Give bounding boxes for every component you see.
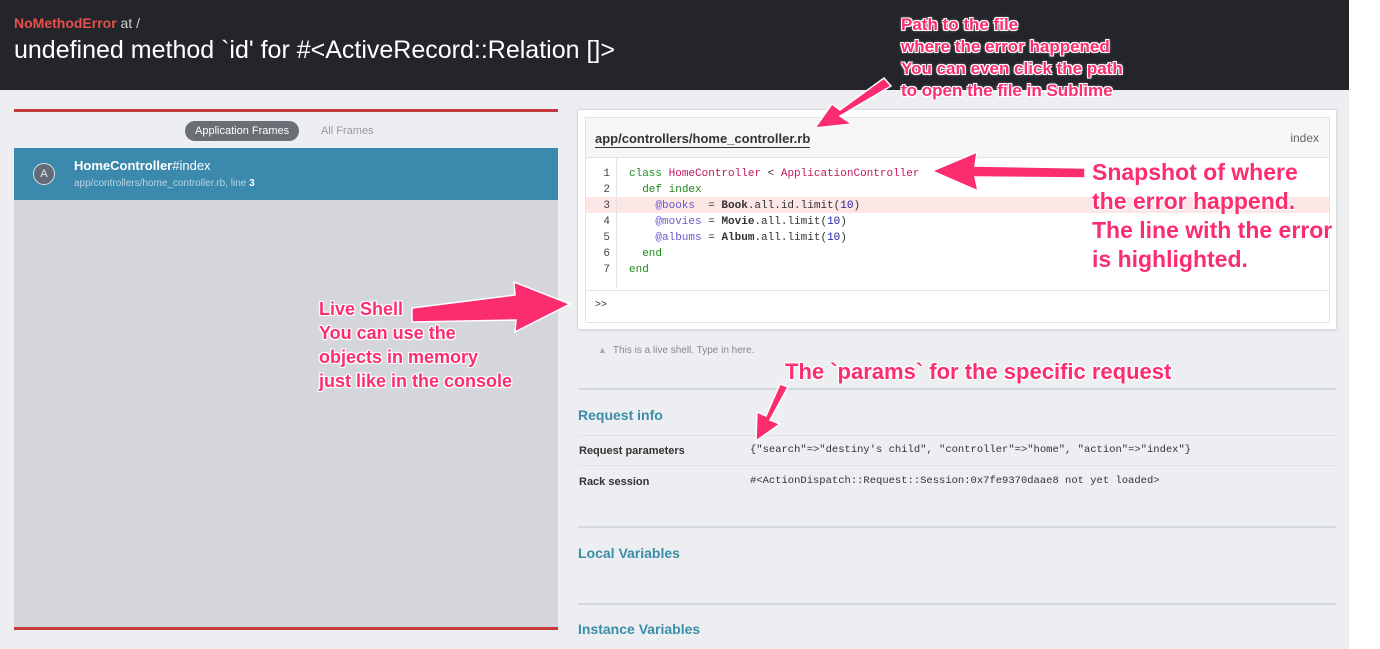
error-location: NoMethodError at / bbox=[14, 15, 140, 31]
annotation-text: objects in memory bbox=[319, 347, 479, 367]
frame-class: HomeController bbox=[74, 158, 173, 173]
tab-application-frames[interactable]: Application Frames bbox=[185, 121, 300, 141]
annotation-text: is highlighted. bbox=[1092, 246, 1248, 272]
frame-method: #index bbox=[172, 158, 211, 173]
instance-variables-title[interactable]: Instance Variables bbox=[578, 621, 700, 637]
code-line: end bbox=[642, 248, 663, 260]
annotation-shell-note: Live Shell You can use the objects in me… bbox=[319, 297, 512, 393]
error-message: undefined method `id' for #<ActiveRecord… bbox=[14, 36, 615, 64]
error-at: at / bbox=[116, 15, 141, 31]
frame-line: 3 bbox=[249, 178, 255, 189]
request-info-title: Request info bbox=[578, 407, 663, 423]
code-line: end bbox=[629, 264, 649, 276]
rack-session-value: #<ActionDispatch::Request::Session:0x7fe… bbox=[750, 475, 1160, 487]
line-number: 6 bbox=[603, 248, 610, 260]
annotation-text: Snapshot of where bbox=[1092, 159, 1298, 185]
code-line: def index bbox=[642, 184, 702, 196]
line-number: 4 bbox=[603, 216, 610, 228]
annotation-text: where the error happened bbox=[901, 37, 1110, 56]
section-divider bbox=[578, 526, 1336, 528]
line-number: 1 bbox=[603, 168, 610, 180]
line-number: 5 bbox=[603, 232, 610, 244]
annotation-text: You can use the bbox=[319, 323, 456, 343]
line-number: 2 bbox=[603, 184, 610, 196]
frame-file: app/controllers/home_controller.rb, line bbox=[74, 178, 250, 189]
live-shell-input[interactable]: >> bbox=[586, 290, 1329, 322]
frame-item-home-controller[interactable]: A HomeController#index app/controllers/h… bbox=[14, 148, 558, 200]
annotation-text: The `params` for the specific request bbox=[785, 359, 1172, 384]
annotation-text: the error happend. bbox=[1092, 188, 1296, 214]
error-class: NoMethodError bbox=[14, 15, 117, 31]
annotation-text: You can even click the path bbox=[901, 59, 1123, 78]
source-header: app/controllers/home_controller.rb index bbox=[586, 118, 1329, 158]
frames-tabs: Application Frames All Frames bbox=[14, 112, 558, 150]
line-number: 7 bbox=[603, 264, 610, 276]
line-gutter: 1 2 3 4 5 6 7 bbox=[586, 158, 617, 288]
frame-path: app/controllers/home_controller.rb, line… bbox=[74, 178, 255, 189]
annotation-text: Live Shell bbox=[319, 299, 404, 319]
code-line: @albums = Album.all.limit(10) bbox=[655, 232, 847, 244]
request-parameters-value: {"search"=>"destiny's child", "controlle… bbox=[750, 444, 1192, 456]
code-line: @books = Book.all.id.limit(10) bbox=[655, 200, 861, 212]
triangle-up-icon: ▲ bbox=[598, 345, 607, 355]
annotation-path-note: Path to the file where the error happene… bbox=[901, 14, 1123, 102]
rack-session-label: Rack session bbox=[579, 476, 650, 488]
annotation-snapshot-note: Snapshot of where the error happend. The… bbox=[1092, 158, 1332, 274]
code-line: class HomeController < ApplicationContro… bbox=[629, 168, 920, 180]
line-number: 3 bbox=[603, 200, 610, 212]
annotation-params-note: The `params` for the specific request bbox=[785, 358, 1171, 386]
frame-title: HomeController#index bbox=[74, 158, 211, 173]
frame-badge: A bbox=[33, 163, 55, 185]
row-divider bbox=[578, 435, 1336, 436]
local-variables-title[interactable]: Local Variables bbox=[578, 545, 680, 561]
shell-hint: ▲ This is a live shell. Type in here. bbox=[598, 345, 754, 356]
tab-all-frames[interactable]: All Frames bbox=[321, 121, 374, 141]
section-divider bbox=[578, 388, 1336, 390]
code-line: @movies = Movie.all.limit(10) bbox=[655, 216, 847, 228]
shell-hint-text: This is a live shell. Type in here. bbox=[612, 345, 755, 356]
shell-prompt: >> bbox=[595, 300, 608, 311]
source-method-name: index bbox=[1290, 131, 1319, 145]
row-divider bbox=[578, 465, 1336, 466]
annotation-text: The line with the error bbox=[1092, 217, 1333, 243]
error-header: NoMethodError at / undefined method `id'… bbox=[0, 0, 1349, 90]
section-divider bbox=[578, 603, 1336, 605]
annotation-text: to open the file in Sublime bbox=[901, 81, 1113, 100]
request-parameters-label: Request parameters bbox=[579, 445, 685, 457]
file-path-link[interactable]: app/controllers/home_controller.rb bbox=[595, 131, 811, 148]
annotation-text: just like in the console bbox=[319, 371, 513, 391]
annotation-text: Path to the file bbox=[901, 15, 1019, 34]
